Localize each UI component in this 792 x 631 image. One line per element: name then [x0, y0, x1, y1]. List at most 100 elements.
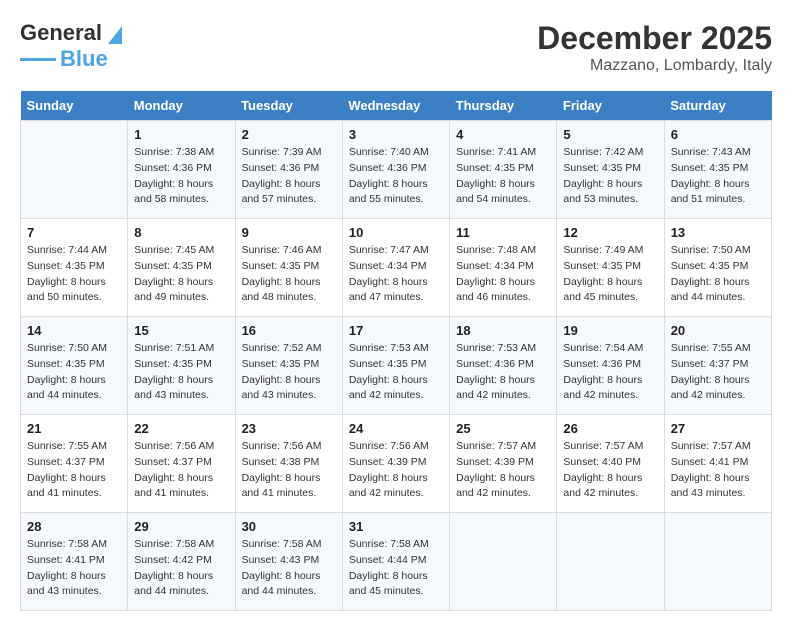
calendar-cell: 25 Sunrise: 7:57 AMSunset: 4:39 PMDayligh…	[450, 415, 557, 513]
cell-info: Sunrise: 7:48 AMSunset: 4:34 PMDaylight:…	[456, 243, 550, 306]
day-number: 10	[349, 225, 443, 240]
day-number: 22	[134, 421, 228, 436]
day-number: 14	[27, 323, 121, 338]
cell-info: Sunrise: 7:58 AMSunset: 4:42 PMDaylight:…	[134, 537, 228, 600]
cell-info: Sunrise: 7:50 AMSunset: 4:35 PMDaylight:…	[27, 341, 121, 404]
cell-info: Sunrise: 7:56 AMSunset: 4:38 PMDaylight:…	[242, 439, 336, 502]
cell-info: Sunrise: 7:40 AMSunset: 4:36 PMDaylight:…	[349, 145, 443, 208]
cell-info: Sunrise: 7:56 AMSunset: 4:37 PMDaylight:…	[134, 439, 228, 502]
page-header: General Blue December 2025 Mazzano, Lomb…	[20, 20, 772, 75]
day-number: 15	[134, 323, 228, 338]
cell-info: Sunrise: 7:49 AMSunset: 4:35 PMDaylight:…	[563, 243, 657, 306]
calendar-week-row: 7 Sunrise: 7:44 AMSunset: 4:35 PMDaylight…	[21, 219, 772, 317]
calendar-cell: 24 Sunrise: 7:56 AMSunset: 4:39 PMDayligh…	[342, 415, 449, 513]
day-number: 16	[242, 323, 336, 338]
calendar-cell	[664, 513, 771, 611]
calendar-cell: 22 Sunrise: 7:56 AMSunset: 4:37 PMDayligh…	[128, 415, 235, 513]
calendar-week-row: 14 Sunrise: 7:50 AMSunset: 4:35 PMDayligh…	[21, 317, 772, 415]
cell-info: Sunrise: 7:52 AMSunset: 4:35 PMDaylight:…	[242, 341, 336, 404]
calendar-cell: 10 Sunrise: 7:47 AMSunset: 4:34 PMDayligh…	[342, 219, 449, 317]
day-number: 19	[563, 323, 657, 338]
day-number: 13	[671, 225, 765, 240]
cell-info: Sunrise: 7:47 AMSunset: 4:34 PMDaylight:…	[349, 243, 443, 306]
calendar-cell: 23 Sunrise: 7:56 AMSunset: 4:38 PMDayligh…	[235, 415, 342, 513]
calendar-cell: 30Sunrise: 7:58 AMSunset: 4:43 PMDayligh…	[235, 513, 342, 611]
day-number: 17	[349, 323, 443, 338]
day-number: 12	[563, 225, 657, 240]
day-number: 23	[242, 421, 336, 436]
header-monday: Monday	[128, 91, 235, 121]
day-number: 27	[671, 421, 765, 436]
calendar-cell: 11Sunrise: 7:48 AMSunset: 4:34 PMDayligh…	[450, 219, 557, 317]
logo-icon	[104, 22, 122, 44]
day-number: 21	[27, 421, 121, 436]
calendar-week-row: 28Sunrise: 7:58 AMSunset: 4:41 PMDayligh…	[21, 513, 772, 611]
logo: General Blue	[20, 20, 122, 72]
calendar-week-row: 21Sunrise: 7:55 AMSunset: 4:37 PMDayligh…	[21, 415, 772, 513]
day-number: 25	[456, 421, 550, 436]
cell-info: Sunrise: 7:41 AMSunset: 4:35 PMDaylight:…	[456, 145, 550, 208]
cell-info: Sunrise: 7:53 AMSunset: 4:36 PMDaylight:…	[456, 341, 550, 404]
day-number: 30	[242, 519, 336, 534]
calendar-cell: 5 Sunrise: 7:42 AMSunset: 4:35 PMDaylight…	[557, 121, 664, 219]
cell-info: Sunrise: 7:53 AMSunset: 4:35 PMDaylight:…	[349, 341, 443, 404]
calendar-cell: 14 Sunrise: 7:50 AMSunset: 4:35 PMDayligh…	[21, 317, 128, 415]
logo-bar	[20, 58, 56, 61]
location-title: Mazzano, Lombardy, Italy	[537, 57, 772, 75]
calendar-cell	[21, 121, 128, 219]
day-number: 28	[27, 519, 121, 534]
calendar-cell: 3 Sunrise: 7:40 AMSunset: 4:36 PMDaylight…	[342, 121, 449, 219]
header-friday: Friday	[557, 91, 664, 121]
calendar-cell	[450, 513, 557, 611]
calendar-cell	[557, 513, 664, 611]
day-number: 1	[134, 127, 228, 142]
calendar-cell: 21Sunrise: 7:55 AMSunset: 4:37 PMDayligh…	[21, 415, 128, 513]
calendar-cell: 15 Sunrise: 7:51 AMSunset: 4:35 PMDayligh…	[128, 317, 235, 415]
calendar-cell: 16 Sunrise: 7:52 AMSunset: 4:35 PMDayligh…	[235, 317, 342, 415]
cell-info: Sunrise: 7:50 AMSunset: 4:35 PMDaylight:…	[671, 243, 765, 306]
calendar-cell: 17 Sunrise: 7:53 AMSunset: 4:35 PMDayligh…	[342, 317, 449, 415]
cell-info: Sunrise: 7:56 AMSunset: 4:39 PMDaylight:…	[349, 439, 443, 502]
day-number: 8	[134, 225, 228, 240]
day-number: 20	[671, 323, 765, 338]
header-wednesday: Wednesday	[342, 91, 449, 121]
calendar-cell: 8 Sunrise: 7:45 AMSunset: 4:35 PMDaylight…	[128, 219, 235, 317]
title-block: December 2025 Mazzano, Lombardy, Italy	[537, 20, 772, 75]
calendar-cell: 19 Sunrise: 7:54 AMSunset: 4:36 PMDayligh…	[557, 317, 664, 415]
day-number: 18	[456, 323, 550, 338]
calendar-cell: 2Sunrise: 7:39 AMSunset: 4:36 PMDaylight…	[235, 121, 342, 219]
day-number: 9	[242, 225, 336, 240]
cell-info: Sunrise: 7:57 AMSunset: 4:40 PMDaylight:…	[563, 439, 657, 502]
calendar-cell: 13 Sunrise: 7:50 AMSunset: 4:35 PMDayligh…	[664, 219, 771, 317]
day-number: 7	[27, 225, 121, 240]
cell-info: Sunrise: 7:43 AMSunset: 4:35 PMDaylight:…	[671, 145, 765, 208]
day-number: 24	[349, 421, 443, 436]
calendar-table: SundayMondayTuesdayWednesdayThursdayFrid…	[20, 91, 772, 611]
cell-info: Sunrise: 7:38 AMSunset: 4:36 PMDaylight:…	[134, 145, 228, 208]
day-number: 3	[349, 127, 443, 142]
day-number: 4	[456, 127, 550, 142]
header-tuesday: Tuesday	[235, 91, 342, 121]
cell-info: Sunrise: 7:42 AMSunset: 4:35 PMDaylight:…	[563, 145, 657, 208]
logo-general: General	[20, 20, 102, 46]
day-number: 5	[563, 127, 657, 142]
cell-info: Sunrise: 7:54 AMSunset: 4:36 PMDaylight:…	[563, 341, 657, 404]
calendar-cell: 20 Sunrise: 7:55 AMSunset: 4:37 PMDayligh…	[664, 317, 771, 415]
calendar-cell: 9Sunrise: 7:46 AMSunset: 4:35 PMDaylight…	[235, 219, 342, 317]
day-number: 2	[242, 127, 336, 142]
calendar-cell: 1 Sunrise: 7:38 AMSunset: 4:36 PMDaylight…	[128, 121, 235, 219]
day-number: 29	[134, 519, 228, 534]
cell-info: Sunrise: 7:57 AMSunset: 4:39 PMDaylight:…	[456, 439, 550, 502]
cell-info: Sunrise: 7:51 AMSunset: 4:35 PMDaylight:…	[134, 341, 228, 404]
calendar-cell: 29 Sunrise: 7:58 AMSunset: 4:42 PMDayligh…	[128, 513, 235, 611]
month-title: December 2025	[537, 20, 772, 57]
calendar-cell: 31Sunrise: 7:58 AMSunset: 4:44 PMDayligh…	[342, 513, 449, 611]
cell-info: Sunrise: 7:57 AMSunset: 4:41 PMDaylight:…	[671, 439, 765, 502]
calendar-cell: 12 Sunrise: 7:49 AMSunset: 4:35 PMDayligh…	[557, 219, 664, 317]
cell-info: Sunrise: 7:45 AMSunset: 4:35 PMDaylight:…	[134, 243, 228, 306]
calendar-week-row: 1 Sunrise: 7:38 AMSunset: 4:36 PMDaylight…	[21, 121, 772, 219]
cell-info: Sunrise: 7:44 AMSunset: 4:35 PMDaylight:…	[27, 243, 121, 306]
day-number: 6	[671, 127, 765, 142]
header-saturday: Saturday	[664, 91, 771, 121]
cell-info: Sunrise: 7:55 AMSunset: 4:37 PMDaylight:…	[671, 341, 765, 404]
